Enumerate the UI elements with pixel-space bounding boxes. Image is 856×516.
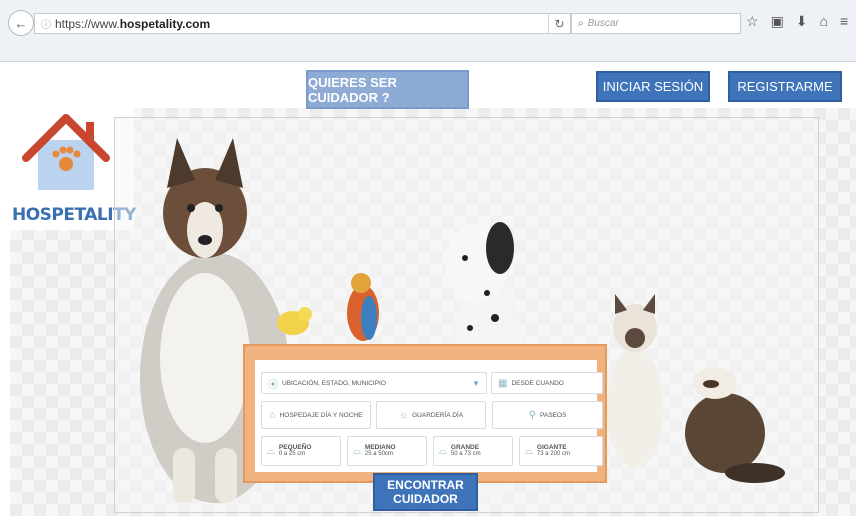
browser-toolbar: ← ⓘ https://www. hospetality.com ↻ ⌕ Busc…: [8, 10, 848, 38]
find-caregiver-line2: CUIDADOR: [393, 492, 458, 506]
size-small-label: PEQUEÑO: [278, 444, 312, 451]
url-host: hospetality.com: [119, 16, 211, 31]
size-small-range: 0 a 25 cm: [278, 451, 306, 457]
service-boarding-label: HOSPEDAJE DÍA Y NOCHE: [279, 411, 363, 419]
service-daycare-option[interactable]: ☼ GUARDERÍA DÍA: [376, 401, 486, 429]
size-medium-option[interactable]: ⌓ MEDIANO 25 a 50cm: [347, 436, 427, 466]
large-dog-icon: ⌓: [439, 445, 447, 457]
become-caregiver-button[interactable]: QUIERES SER CUIDADOR ?: [306, 70, 469, 109]
calendar-icon: ▦: [498, 377, 508, 389]
find-caregiver-button[interactable]: ENCONTRAR CUIDADOR: [373, 473, 478, 511]
login-button[interactable]: INICIAR SESIÓN: [596, 71, 710, 102]
service-boarding-option[interactable]: ⌂ HOSPEDAJE DÍA Y NOCHE: [261, 401, 371, 429]
back-arrow-icon: ←: [14, 15, 28, 31]
size-giant-range: 73 a 200 cm: [536, 451, 570, 457]
menu-icon[interactable]: ≡: [840, 13, 848, 30]
search-panel: ⦿ UBICACIÓN, ESTADO, MUNICIPIO ▼ ▦ DESDE…: [243, 344, 607, 483]
date-placeholder: DESDE CUANDO: [511, 379, 564, 387]
search-icon: ⌕: [578, 18, 584, 29]
back-button[interactable]: ←: [8, 10, 34, 36]
url-prefix: https://www.: [55, 16, 120, 31]
size-giant-option[interactable]: ⌓ GIGANTE 73 a 200 cm: [519, 436, 603, 466]
medium-dog-icon: ⌓: [353, 445, 361, 457]
browser-search-placeholder: Buscar: [587, 18, 619, 29]
size-small-option[interactable]: ⌓ PEQUEÑO 0 a 25 cm: [261, 436, 341, 466]
size-large-option[interactable]: ⌓ GRANDE 50 a 73 cm: [433, 436, 513, 466]
service-daycare-label: GUARDERÍA DÍA: [412, 411, 464, 419]
size-giant-label: GIGANTE: [536, 444, 567, 451]
site-info-icon: ⓘ: [41, 20, 51, 31]
location-pin-icon: ⦿: [268, 379, 278, 391]
download-icon[interactable]: ⬇: [796, 13, 808, 30]
reload-button[interactable]: ↻: [548, 13, 570, 34]
house-icon: ⌂: [269, 409, 276, 421]
size-large-range: 50 a 73 cm: [450, 451, 481, 457]
reload-icon: ↻: [554, 16, 565, 31]
giant-dog-icon: ⌓: [525, 445, 533, 457]
walker-icon: ⚲: [528, 409, 537, 421]
size-medium-label: MEDIANO: [364, 444, 396, 451]
size-medium-range: 25 a 50cm: [364, 451, 393, 457]
search-form: ⦿ UBICACIÓN, ESTADO, MUNICIPIO ▼ ▦ DESDE…: [255, 360, 603, 472]
chrome-divider: [0, 61, 856, 62]
address-bar[interactable]: ⓘ https://www. hospetality.com: [34, 13, 571, 34]
small-dog-icon: ⌓: [267, 445, 275, 457]
find-caregiver-line1: ENCONTRAR: [387, 478, 464, 492]
bookmark-star-icon[interactable]: ☆: [746, 13, 759, 30]
date-input[interactable]: ▦ DESDE CUANDO: [491, 372, 603, 394]
find-caregiver-label: ENCONTRAR CUIDADOR: [387, 478, 464, 506]
register-button[interactable]: REGISTRARME: [728, 71, 842, 102]
service-walks-label: PASEOS: [540, 411, 567, 419]
location-input[interactable]: ⦿ UBICACIÓN, ESTADO, MUNICIPIO ▼: [261, 372, 487, 394]
browser-search-input[interactable]: ⌕ Buscar: [571, 13, 741, 34]
dropdown-arrow-icon[interactable]: ▼: [472, 379, 480, 388]
size-large-label: GRANDE: [450, 444, 480, 451]
browser-tools: ☆ ▣ ⬇ ⌂ ≡: [746, 13, 848, 30]
sun-icon: ☼: [398, 409, 409, 421]
service-walks-option[interactable]: ⚲ PASEOS: [492, 401, 603, 429]
home-icon[interactable]: ⌂: [820, 13, 828, 30]
clipboard-icon[interactable]: ▣: [771, 13, 784, 30]
location-placeholder: UBICACIÓN, ESTADO, MUNICIPIO: [282, 379, 386, 387]
